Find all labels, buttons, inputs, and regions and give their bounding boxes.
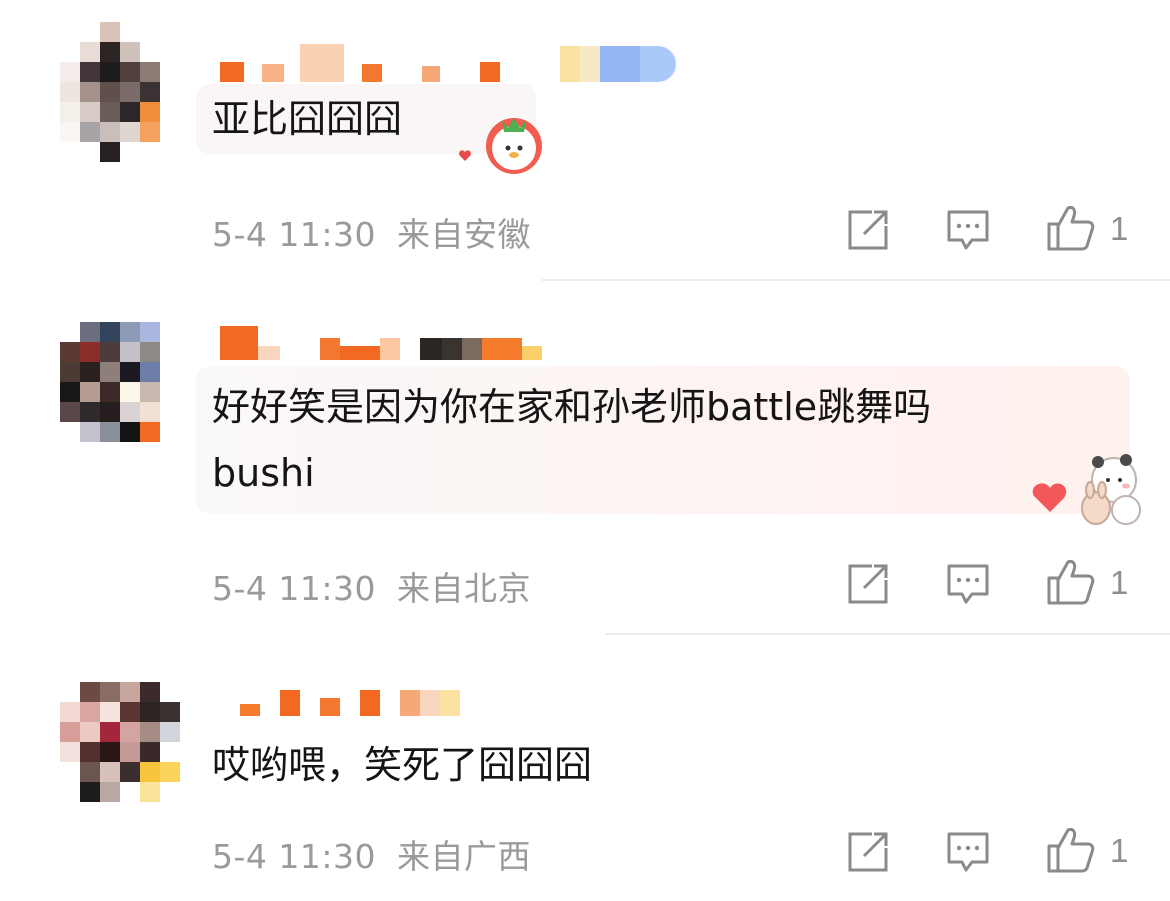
divider (542, 279, 1170, 281)
comment-meta: 5-4 11:30 来自广西 (212, 830, 531, 878)
thumbs-up-icon (1047, 206, 1095, 251)
like-button[interactable] (1046, 558, 1096, 606)
avatar[interactable] (60, 682, 180, 822)
location: 来自广西 (397, 837, 531, 876)
comment-meta: 5-4 11:30 来自安徽 (212, 208, 531, 256)
share-icon (848, 564, 888, 604)
username[interactable] (240, 676, 460, 716)
avatar[interactable] (60, 22, 180, 162)
avatar[interactable] (60, 322, 180, 462)
reply-button[interactable] (946, 830, 990, 874)
comment-text: 哎哟喂，笑死了囧囧囧 (212, 743, 593, 787)
thumbs-up-icon (1047, 560, 1095, 605)
comment-item: 哎哟喂，笑死了囧囧囧 5-4 11:30 来自广西 1 (0, 636, 1170, 901)
comment-icon (947, 564, 989, 604)
strawberry-sticker-icon (452, 110, 552, 184)
comment-text-continued: bushi (212, 451, 315, 495)
timestamp: 5-4 11:30 (212, 215, 376, 254)
reply-button[interactable] (946, 562, 990, 606)
comment-item: 好好笑是因为你在家和孙老师battle跳舞吗 bushi 5-4 11:30 来… (0, 282, 1170, 636)
username[interactable] (220, 42, 676, 82)
like-count: 1 (1110, 210, 1129, 247)
thumbs-up-icon (1047, 828, 1095, 873)
share-icon (848, 832, 888, 872)
comment-text: 亚比囧囧囧 (212, 97, 403, 141)
comment-icon (947, 210, 989, 250)
comment-meta: 5-4 11:30 来自北京 (212, 562, 531, 610)
comment-item: 亚比囧囧囧 5-4 11:30 来自安徽 1 (0, 0, 1170, 282)
like-button[interactable] (1046, 204, 1096, 252)
like-count: 1 (1110, 832, 1129, 869)
username[interactable] (220, 320, 542, 360)
comment-icon (947, 832, 989, 872)
reply-button[interactable] (946, 208, 990, 252)
like-button[interactable] (1046, 826, 1096, 874)
location: 来自安徽 (397, 215, 531, 254)
divider (606, 633, 1170, 635)
share-button[interactable] (846, 208, 890, 252)
timestamp: 5-4 11:30 (212, 569, 376, 608)
bear-heart-sticker-icon (1030, 448, 1142, 532)
location: 来自北京 (397, 569, 531, 608)
share-icon (848, 210, 888, 250)
share-button[interactable] (846, 562, 890, 606)
comment-text: 好好笑是因为你在家和孙老师battle跳舞吗 (212, 385, 932, 429)
share-button[interactable] (846, 830, 890, 874)
like-count: 1 (1110, 564, 1129, 601)
timestamp: 5-4 11:30 (212, 837, 376, 876)
